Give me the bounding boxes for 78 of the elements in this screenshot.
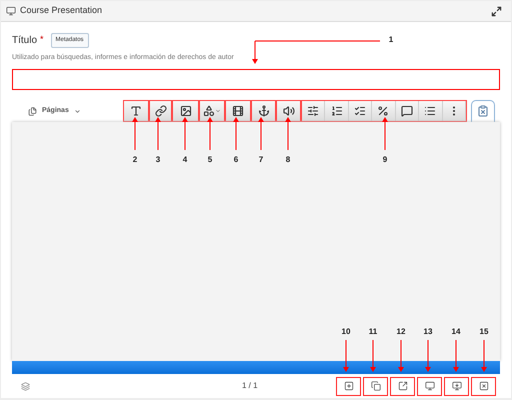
callout-arrow [207,117,213,150]
callout-arrow [343,340,349,372]
callout-number: 14 [450,326,462,338]
anchor-icon [258,104,270,116]
clipboard-icon [477,105,489,117]
text-icon [130,104,142,116]
export-icon [398,381,408,392]
page-counter: 1 / 1 [242,380,259,392]
add-slide-icon [344,381,354,392]
checklist-icon [354,104,366,116]
caret-icon [74,108,81,115]
slide-action-button[interactable] [390,376,415,396]
slide-action-button[interactable] [471,376,496,396]
callout-number: 12 [396,326,406,338]
numbered-list-icon [330,104,343,116]
callout-arrow [481,340,487,372]
toolbar-button[interactable] [199,100,225,122]
required-mark: * [40,33,44,46]
toolbar-button[interactable] [396,100,420,120]
monitor-icon [6,6,16,16]
callout-arrow [453,340,459,372]
speech-bubble-icon [400,104,413,116]
close-square-icon [478,381,488,392]
callout-number: 5 [206,154,214,166]
callout-number: 15 [478,326,490,338]
toolbar-button[interactable] [372,100,396,120]
callout-arrow [425,340,431,372]
callout-number: 8 [284,154,292,166]
toolbar-button[interactable] [149,100,172,122]
callout-number: 1 [388,34,394,46]
callout-arrow [398,340,404,372]
film-icon [232,104,244,116]
callout-number: 13 [422,326,434,338]
callout-arrow [285,117,291,150]
callout-arrow [370,340,376,372]
callout-number: 4 [182,154,188,166]
toolbar-button[interactable] [302,100,326,120]
layers-icon[interactable] [21,382,30,391]
toolbar-button[interactable] [251,100,276,122]
toolbar-button[interactable] [276,100,301,122]
slide-action-button[interactable] [363,376,388,396]
callout-arrow [182,117,188,150]
toolbar-button[interactable] [419,100,443,120]
window-title: Course Presentation [20,4,102,18]
callout-number: 11 [368,326,378,338]
slide-action-button[interactable] [417,376,442,396]
clipboard-tab[interactable] [471,100,495,122]
callout-arrow [155,117,161,150]
toolbar-button[interactable] [225,100,251,122]
toolbar-button[interactable] [325,100,349,120]
callout-arrow [132,117,138,150]
shapes-icon [203,104,215,116]
title-input[interactable] [12,68,500,90]
callout-number: 3 [154,154,162,166]
link-icon [154,104,166,116]
callout-number: 6 [232,154,240,166]
pages-icon [28,106,37,116]
speaker-icon [282,104,294,116]
fullscreen-icon[interactable] [491,6,502,16]
callout-arrow [258,117,264,150]
callout-number: 2 [132,154,138,166]
sliders-icon [307,104,320,116]
slide-action-button[interactable] [444,376,469,396]
field-label: Título [12,34,38,48]
callout-arrow [382,117,388,150]
toolbar-button[interactable] [123,100,149,122]
toolbar-button[interactable] [348,100,372,120]
caret-icon [215,108,221,114]
callout-number: 7 [258,154,264,166]
callout-arrow [233,117,239,150]
monitor-icon [424,381,434,392]
image-icon [180,104,192,116]
slide-action-button[interactable] [336,376,361,396]
percent-icon [377,104,390,116]
toolbar-button[interactable] [172,100,199,122]
copy-icon [370,381,380,392]
callout-number: 10 [340,326,352,338]
callout-number: 9 [382,154,388,166]
